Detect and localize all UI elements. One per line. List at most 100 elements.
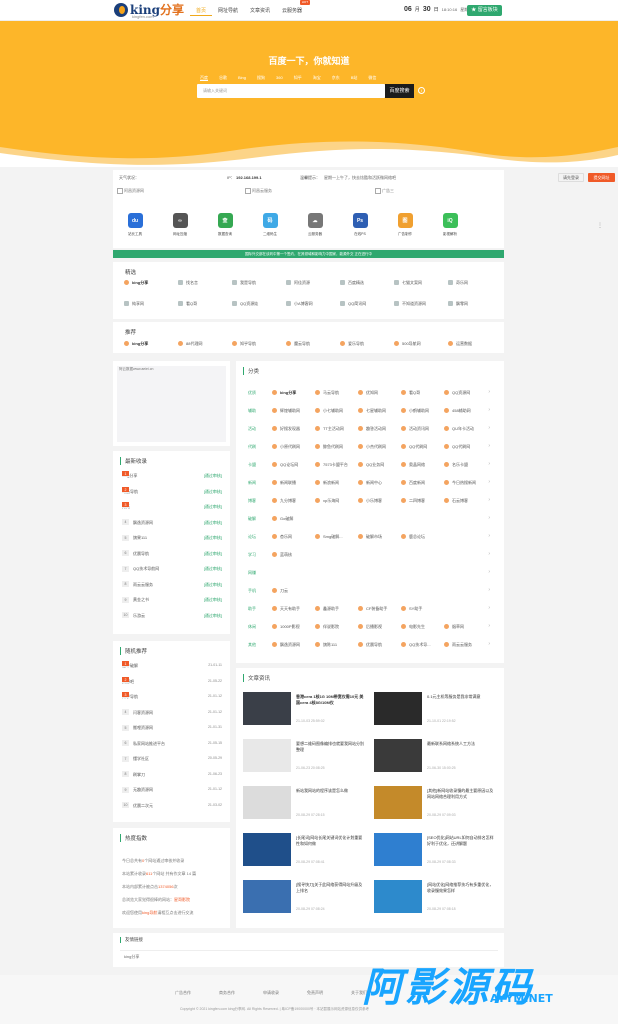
chevron-right-icon[interactable]: › [488, 407, 490, 413]
article-title[interactable]: 新站我网站的程序该是怎么做 [296, 788, 366, 794]
category-link[interactable]: QU年卡活动 [444, 425, 474, 433]
category-link[interactable]: 百度新闻 [401, 479, 425, 487]
engine-tab[interactable]: 百度 [200, 75, 208, 81]
category-link[interactable]: 新浪新闻 [315, 479, 339, 487]
featured-link[interactable]: 我是导航 [232, 279, 256, 287]
article-title[interactable]: 0.1元主机等服务是我非常满意 [427, 694, 497, 700]
engine-tab[interactable]: 360 [276, 75, 283, 81]
category-link[interactable]: QQ业务网 [358, 461, 384, 469]
footer-link-business[interactable]: 商务合作 [219, 990, 235, 996]
article-title[interactable]: [其他]新网站收录慢的最主要原因以及网站网络合理利用方式 [427, 788, 497, 800]
chevron-right-icon[interactable]: › [488, 461, 490, 467]
nav-cloud-server[interactable]: 云服务器 HOT [276, 0, 311, 16]
category-name[interactable]: 破解 [248, 516, 256, 522]
chevron-right-icon[interactable]: › [488, 497, 490, 503]
left-ad-image[interactable]: 阿云数据www.aeiei.cn [117, 366, 226, 442]
category-link[interactable]: 7573卡盟平台 [315, 461, 348, 469]
recommend-link[interactable]: 知乎导航 [232, 340, 256, 348]
app-tile[interactable]: Ps 在线PS [345, 213, 375, 237]
category-link[interactable]: 奥晶网络 [401, 461, 425, 469]
article-thumbnail[interactable] [374, 880, 422, 913]
app-tile[interactable]: iQ 影视解析 [435, 213, 465, 237]
article-thumbnail[interactable] [243, 880, 291, 913]
category-link[interactable]: 新闻联播 [272, 479, 296, 487]
category-link[interactable]: 好搜发现器 [272, 425, 300, 433]
featured-link[interactable]: 七猫文案网 [394, 279, 422, 287]
ad-image-1[interactable]: 阿昌资源网 [117, 188, 144, 194]
latest-item[interactable]: 5 旗果111 [通过审核] [122, 533, 222, 542]
article-item[interactable]: [网站优化]网络推荐技巧有多重优化，收录慢效果怎样 20-08-29 07:08:… [374, 880, 499, 916]
footer-link-ads[interactable]: 广告合作 [175, 990, 191, 996]
recommend-link[interactable]: king分享 [124, 340, 148, 348]
category-name[interactable]: 论坛 [248, 534, 256, 540]
chevron-right-icon[interactable]: › [488, 479, 490, 485]
chevron-right-icon[interactable]: › [488, 623, 490, 629]
latest-item[interactable]: 6 优晨导航 [通过审核] [122, 549, 222, 558]
latest-item[interactable]: 4 飘逸资源网 [通过审核] [122, 518, 222, 527]
latest-item[interactable]: 9 黄金之书 [通过审核] [122, 595, 222, 604]
category-link[interactable]: 小七辅助网 [315, 407, 343, 415]
article-item[interactable]: 0.1元主机等服务是我非常满意 21-10-01 22:19:52 [374, 692, 499, 728]
category-link[interactable]: 石云博客 [444, 497, 468, 505]
submit-site-button[interactable]: 提交网址 [588, 173, 615, 182]
category-link[interactable]: 飘逸资源网 [272, 641, 300, 649]
category-link[interactable]: 优知网 [358, 389, 378, 397]
category-link[interactable]: SY助手 [401, 605, 422, 613]
chevron-right-icon[interactable]: › [488, 443, 490, 449]
article-title[interactable]: [搜寻快刀]关于此网络获得网站升级及上排名 [296, 882, 366, 894]
latest-item[interactable]: 3刀元[通过审核] [122, 502, 222, 511]
recommend-link[interactable]: 88代理网 [178, 340, 202, 348]
category-name[interactable]: 辅助 [248, 408, 256, 414]
featured-link[interactable]: 不知道资源网 [394, 300, 426, 308]
category-link[interactable]: 鹿总论坛 [401, 533, 425, 541]
category-name[interactable]: 新闻 [248, 480, 256, 486]
article-item[interactable]: [其他]新网站收录慢的最主要原因以及网站网络合理利用方式 20-08-29 07:… [374, 786, 499, 822]
random-item[interactable]: 6 私家网站推进平台 21-05-15 [122, 739, 222, 748]
recommend-link[interactable]: 运营数据 [448, 340, 472, 348]
article-title[interactable]: [网站优化]网络推荐技巧有多重优化，收录慢效果怎样 [427, 882, 497, 894]
featured-link[interactable]: 飘零网 [448, 300, 468, 308]
engine-tab[interactable]: B站 [351, 75, 358, 81]
category-link[interactable]: 小原代刷网 [272, 443, 300, 451]
site-logo[interactable]: king分享 kingfen.com [114, 1, 194, 20]
chevron-right-icon[interactable]: › [488, 569, 490, 575]
category-name[interactable]: 代刷 [248, 444, 256, 450]
search-button[interactable]: 百度搜索 [385, 84, 414, 98]
random-item[interactable]: 2资源吧21-05-22 [122, 676, 222, 686]
category-link[interactable]: Go破解 [272, 515, 293, 523]
category-link[interactable]: 烟草网 [444, 623, 464, 631]
category-name[interactable]: 其他 [248, 642, 256, 648]
friend-link[interactable]: king分享 [124, 954, 139, 960]
engine-tab[interactable]: Bing [238, 75, 246, 81]
category-name[interactable]: 学习 [248, 552, 256, 558]
recommend-link[interactable]: 魔云导航 [286, 340, 310, 348]
app-tile[interactable]: ∞ 网址压缩 [165, 213, 195, 237]
app-tile[interactable]: 查数据查询 [210, 213, 240, 237]
chevron-right-icon[interactable]: › [488, 587, 490, 593]
article-title[interactable]: 香港cera 1核1G 10M带宽仅需10元 美国cera 4核8G/10M仅 [296, 694, 366, 706]
category-link[interactable]: 新闻中心 [358, 479, 382, 487]
category-link[interactable]: QQ资源网 [444, 389, 470, 397]
ad-image-3[interactable]: 广告三 [375, 188, 394, 194]
featured-link[interactable]: 纯享网 [124, 300, 144, 308]
category-link[interactable]: QQ代刷网 [401, 443, 427, 451]
article-title[interactable]: [长尾词]网站长尾关键词优化计划重要性和如何做 [296, 835, 366, 847]
category-link[interactable]: xp乐海网 [315, 497, 339, 505]
category-link[interactable]: 旗陈111 [315, 641, 337, 649]
recommend-link[interactable]: 爱乐导航 [340, 340, 364, 348]
category-name[interactable]: 卡盟 [248, 462, 256, 468]
category-name[interactable]: 网赚 [248, 570, 256, 576]
category-name[interactable]: 优质 [248, 390, 256, 396]
category-link[interactable]: 杏乐网 [272, 533, 292, 541]
latest-item[interactable]: 1 king分享 [通过审核] [122, 471, 222, 480]
category-link[interactable]: QQ代刷网 [444, 443, 470, 451]
category-link[interactable]: 458辅助网 [444, 407, 471, 415]
random-item[interactable]: 3 知乎导航 21-01-12 [122, 692, 222, 701]
engine-tab[interactable]: 淘宝 [313, 75, 321, 81]
category-name[interactable]: 休闲 [248, 624, 256, 630]
category-link[interactable]: 蓝萌核 [272, 551, 292, 559]
category-link[interactable]: 鑫源助手 [315, 605, 339, 613]
chevron-right-icon[interactable]: › [488, 605, 490, 611]
category-link[interactable]: 活动资讯网 [401, 425, 429, 433]
category-name[interactable]: 手机 [248, 588, 256, 594]
